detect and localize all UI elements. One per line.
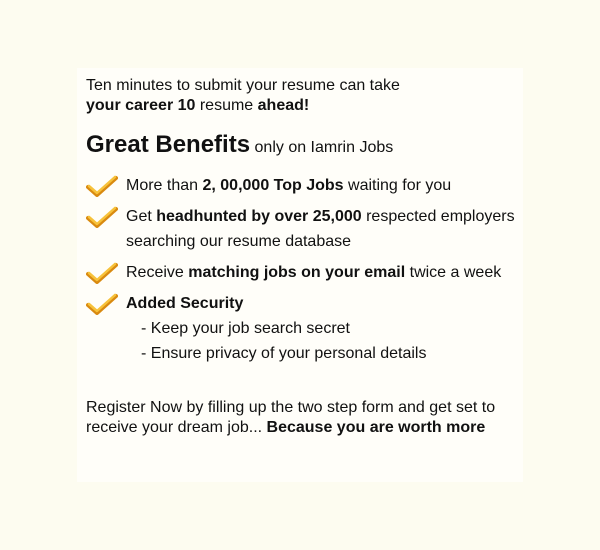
benefit-text-pre: More than	[126, 177, 203, 194]
checkmark-icon	[86, 175, 118, 197]
benefits-heading: Great Benefits only on Iamrin Jobs	[86, 130, 526, 163]
benefit-item: More than 2, 00,000 Top Jobs waiting for…	[86, 173, 526, 198]
benefit-item-security: Added Security - Keep your job search se…	[86, 291, 526, 366]
heading-title: Great Benefits	[86, 131, 251, 158]
register-callout: Register Now by filling up the two step …	[86, 398, 526, 438]
checkmark-icon	[86, 262, 118, 284]
benefit-text-bold: 2, 00,000 Top Jobs	[202, 177, 344, 194]
benefit-text-bold: Added Security	[126, 295, 244, 312]
security-subitem: - Ensure privacy of your personal detail…	[141, 345, 427, 362]
benefit-text-bold: headhunted by over 25,000	[156, 208, 362, 225]
intro-resume: resume	[195, 97, 258, 114]
benefits-content: Ten minutes to submit your resume can ta…	[86, 76, 526, 438]
benefit-item: Get headhunted by over 25,000 respected …	[86, 204, 526, 254]
benefit-text-pre: Get	[126, 208, 157, 225]
intro-text: Ten minutes to submit your resume can ta…	[86, 76, 526, 116]
benefit-list: More than 2, 00,000 Top Jobs waiting for…	[86, 173, 526, 366]
register-bold: Because you are worth more	[266, 419, 486, 436]
benefit-item: Receive matching jobs on your email twic…	[86, 260, 526, 285]
benefit-text-post: waiting for you	[343, 177, 452, 194]
benefit-text-pre: Receive	[126, 264, 189, 281]
intro-bold-career: your career 10	[86, 97, 196, 114]
intro-line1: Ten minutes to submit your resume can ta…	[86, 77, 400, 94]
security-subitem: - Keep your job search secret	[141, 320, 350, 337]
benefit-text-bold: matching jobs on your email	[188, 264, 406, 281]
checkmark-icon	[86, 206, 118, 228]
checkmark-icon	[86, 293, 118, 315]
benefit-text-post: twice a week	[405, 264, 502, 281]
intro-bold-ahead: ahead!	[257, 97, 310, 114]
heading-subtitle: only on Iamrin Jobs	[254, 139, 394, 156]
